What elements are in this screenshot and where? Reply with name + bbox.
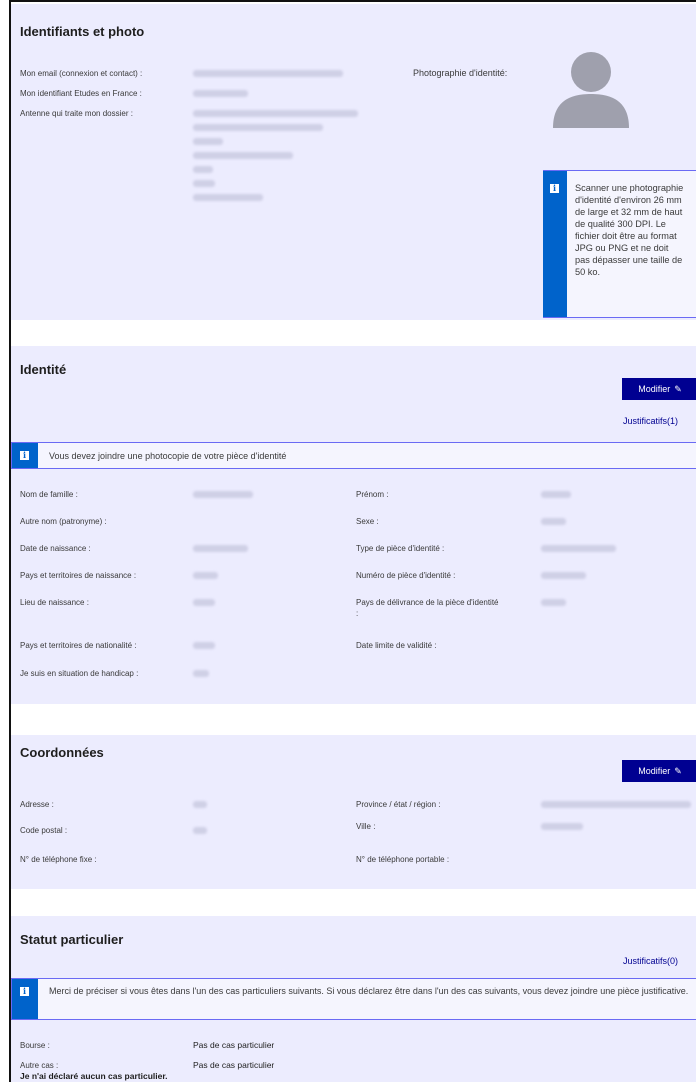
autre-label: Autre cas : bbox=[20, 1061, 59, 1070]
postal-value bbox=[193, 827, 207, 834]
antenne-value bbox=[193, 124, 323, 131]
bourse-value: Pas de cas particulier bbox=[193, 1040, 275, 1050]
identifier-label: Mon identifiant Etudes en France : bbox=[20, 89, 142, 98]
user-avatar-icon bbox=[549, 40, 633, 128]
section-coordonnees: Coordonnées Modifier ✎ Adresse : Provinc… bbox=[11, 735, 696, 889]
mobile-label: N° de téléphone portable : bbox=[356, 855, 450, 864]
section-identifiants: Identifiants et photo Mon email (connexi… bbox=[11, 4, 696, 320]
address-value bbox=[193, 801, 207, 808]
email-label: Mon email (connexion et contact) : bbox=[20, 69, 143, 78]
antenne-value bbox=[193, 180, 215, 187]
antenne-value bbox=[193, 166, 213, 173]
field-label: Pays et territoires de naissance : bbox=[20, 571, 137, 580]
bourse-label: Bourse : bbox=[20, 1041, 50, 1050]
province-label: Province / état / région : bbox=[356, 800, 441, 809]
field-value bbox=[193, 545, 248, 552]
field-value bbox=[541, 599, 566, 606]
section-title: Identité bbox=[20, 362, 67, 377]
modify-contact-button[interactable]: Modifier ✎ bbox=[622, 760, 696, 782]
statut-info-text: Merci de préciser si vous êtes dans l'un… bbox=[49, 986, 689, 996]
field-label: Autre nom (patronyme) : bbox=[20, 517, 107, 526]
section-title: Coordonnées bbox=[20, 745, 104, 760]
antenne-value bbox=[193, 194, 263, 201]
field-value bbox=[541, 545, 616, 552]
phone-label: N° de téléphone fixe : bbox=[20, 855, 97, 864]
photo-label: Photographie d'identité: bbox=[413, 68, 508, 78]
antenne-value bbox=[193, 138, 223, 145]
field-value bbox=[541, 491, 571, 498]
modify-label: Modifier bbox=[638, 766, 671, 776]
field-label: Prénom : bbox=[356, 490, 389, 499]
none-declared-text: Je n'ai déclaré aucun cas particulier. bbox=[20, 1071, 168, 1081]
field-value bbox=[193, 599, 215, 606]
info-icon: i bbox=[20, 451, 29, 460]
pencil-icon: ✎ bbox=[674, 765, 682, 776]
info-icon: i bbox=[550, 184, 559, 193]
statut-info-box: i Merci de préciser si vous êtes dans l'… bbox=[11, 978, 696, 1020]
field-label: Numéro de pièce d'identité : bbox=[356, 571, 456, 580]
field-value bbox=[541, 518, 566, 525]
city-value bbox=[541, 823, 583, 830]
city-label: Ville : bbox=[356, 822, 376, 831]
photo-info-text: Scanner une photographie d'identité d'en… bbox=[575, 183, 684, 277]
info-icon: i bbox=[20, 987, 29, 996]
field-label: Date de naissance : bbox=[20, 544, 91, 553]
antenne-value bbox=[193, 110, 358, 117]
justificatifs-link[interactable]: Justificatifs(0) bbox=[623, 956, 678, 966]
photo-info-box: i Scanner une photographie d'identité d'… bbox=[543, 170, 696, 318]
field-label: Sexe : bbox=[356, 517, 379, 526]
section-statut: Statut particulier Justificatifs(0) i Me… bbox=[11, 916, 696, 1082]
identity-info-box: i Vous devez joindre une photocopie de v… bbox=[11, 442, 696, 469]
autre-value: Pas de cas particulier bbox=[193, 1060, 275, 1070]
field-label: Je suis en situation de handicap : bbox=[20, 669, 139, 678]
antenne-value bbox=[193, 152, 293, 159]
field-label: Pays et territoires de nationalité : bbox=[20, 641, 137, 650]
field-value bbox=[193, 491, 253, 498]
address-label: Adresse : bbox=[20, 800, 54, 809]
province-value bbox=[541, 801, 691, 808]
field-value bbox=[193, 642, 215, 649]
field-label: Nom de famille : bbox=[20, 490, 78, 499]
postal-label: Code postal : bbox=[20, 826, 68, 835]
field-label: Date limite de validité : bbox=[356, 641, 437, 650]
field-value bbox=[541, 572, 586, 579]
field-label: Type de pièce d'identité : bbox=[356, 544, 445, 553]
justificatifs-link[interactable]: Justificatifs(1) bbox=[623, 416, 678, 426]
section-title: Identifiants et photo bbox=[20, 24, 145, 39]
identity-info-text: Vous devez joindre une photocopie de vot… bbox=[49, 451, 287, 461]
section-identite: Identité Modifier ✎ Justificatifs(1) i V… bbox=[11, 346, 696, 704]
section-title: Statut particulier bbox=[20, 932, 124, 947]
field-value bbox=[193, 572, 218, 579]
profile-page: Identifiants et photo Mon email (connexi… bbox=[9, 0, 696, 1082]
modify-identity-button[interactable]: Modifier ✎ bbox=[622, 378, 696, 400]
identifier-value bbox=[193, 90, 248, 97]
field-label: Lieu de naissance : bbox=[20, 598, 89, 607]
field-label: Pays de délivrance de la pièce d'identit… bbox=[356, 598, 499, 618]
email-value bbox=[193, 70, 343, 77]
modify-label: Modifier bbox=[638, 384, 671, 394]
antenne-label: Antenne qui traite mon dossier : bbox=[20, 109, 133, 118]
pencil-icon: ✎ bbox=[674, 383, 682, 394]
field-value bbox=[193, 670, 209, 677]
